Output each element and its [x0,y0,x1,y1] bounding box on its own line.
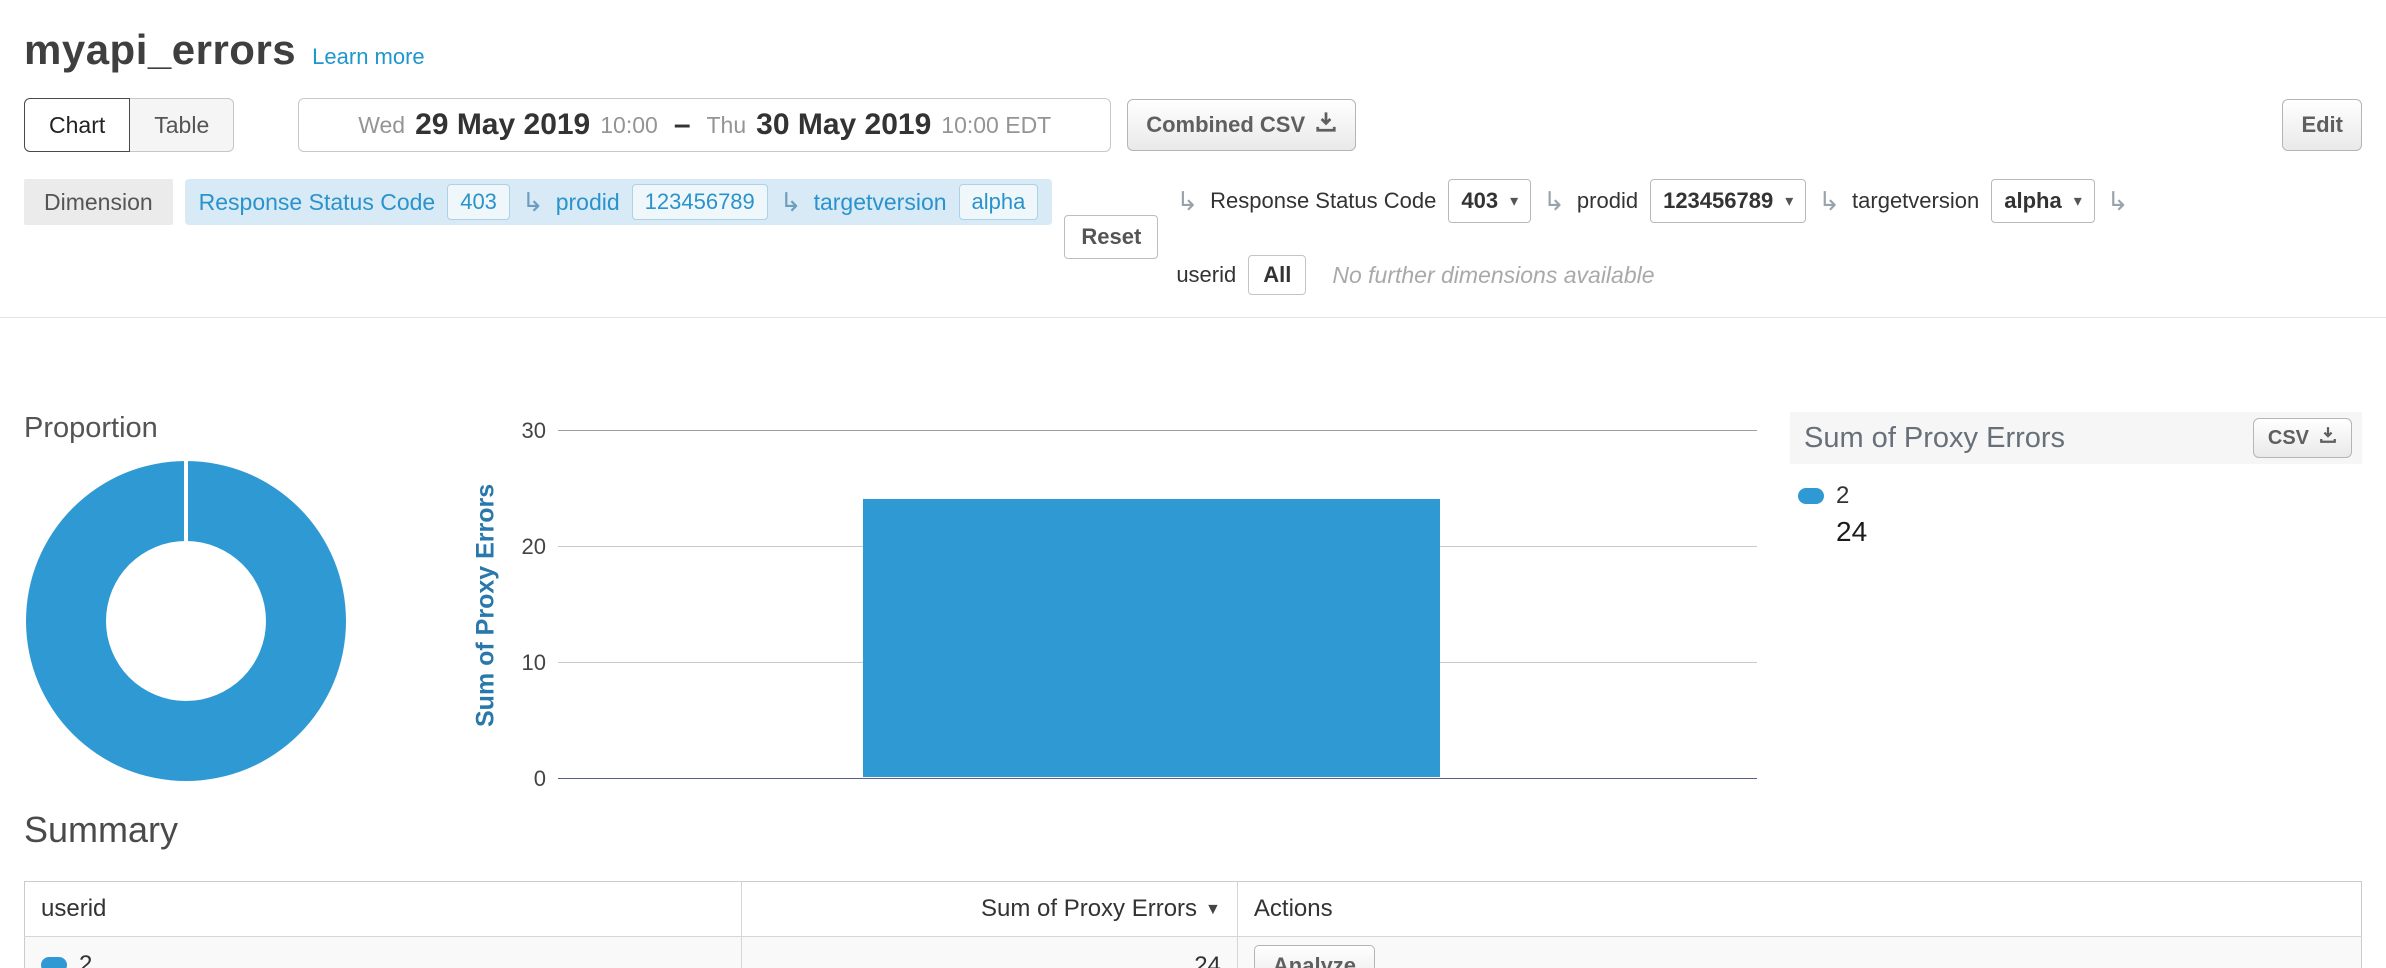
chevron-down-icon: ▾ [1510,191,1518,211]
legend-item[interactable]: 2 [1798,482,2362,510]
charts-section: Proportion Sum of Proxy Errors 0102030 S… [0,412,2386,781]
date-range-picker[interactable]: Wed 29 May 2019 10:00 – Thu 30 May 2019 … [298,98,1111,152]
reset-button[interactable]: Reset [1064,215,1158,259]
date-separator: – [668,108,697,142]
y-axis-label: Sum of Proxy Errors [466,431,506,779]
sort-desc-icon: ▼ [1205,901,1221,918]
column-header-userid[interactable]: userid [25,882,742,937]
branch-arrow-icon: ↳ [522,187,544,218]
bar-chart-panel: Sum of Proxy Errors 0102030 [466,412,1757,779]
tab-table[interactable]: Table [129,98,234,152]
proportion-panel: Proportion [24,412,426,781]
gridline [558,778,1757,779]
filter-name: targetversion [814,189,947,216]
legend-panel: Sum of Proxy Errors CSV 2 24 [1790,412,2362,548]
branch-arrow-icon: ↳ [2107,186,2129,217]
branch-arrow-icon: ↳ [1818,186,1840,217]
column-label: Sum of Proxy Errors [981,895,1197,922]
page-header: myapi_errors Learn more [0,0,2386,74]
y-tick-label: 20 [522,534,546,560]
controls-row: Chart Table Wed 29 May 2019 10:00 – Thu … [0,98,2386,152]
section-divider [0,317,2386,318]
chevron-down-icon: ▾ [1785,191,1793,211]
selector-name: targetversion [1852,188,1979,214]
learn-more-link[interactable]: Learn more [312,44,425,70]
edit-button[interactable]: Edit [2282,99,2362,151]
branch-arrow-icon: ↳ [1543,186,1565,217]
applied-filters-group: Response Status Code 403 ↳ prodid 123456… [185,179,1053,225]
download-icon [2319,426,2337,450]
table-row: 2 24 Analyze [25,937,2362,968]
proportion-donut[interactable] [26,461,346,781]
filter-name: prodid [556,189,620,216]
response-status-code-select[interactable]: 403 ▾ [1448,179,1531,223]
dimension-selectors: ↳ Response Status Code 403 ▾ ↳ prodid 12… [1176,179,2362,295]
csv-button[interactable]: CSV [2253,418,2352,458]
gridline [558,430,1757,431]
series-color-swatch [41,957,67,968]
end-date: 30 May 2019 [756,108,931,142]
branch-arrow-icon: ↳ [780,187,802,218]
column-header-actions: Actions [1237,882,2361,937]
start-date: 29 May 2019 [415,108,590,142]
start-time: 10:00 [600,112,658,139]
filter-value[interactable]: alpha [959,184,1039,220]
dimension-row: Dimension Response Status Code 403 ↳ pro… [0,179,2386,295]
view-toggle-group: Chart Table [24,98,234,152]
series-color-swatch [1798,488,1824,504]
end-day: Thu [707,112,747,139]
y-tick-label: 0 [534,766,546,792]
legend-item-label: 2 [1836,482,1849,510]
combined-csv-label: Combined CSV [1146,112,1305,138]
no-more-dimensions-text: No further dimensions available [1332,262,1654,289]
summary-title: Summary [24,809,2362,851]
selector-name: prodid [1577,188,1638,214]
legend-title: Sum of Proxy Errors [1804,422,2253,455]
bar-chart: Sum of Proxy Errors 0102030 [466,431,1757,779]
column-label: userid [41,895,106,922]
selected-value: 403 [1461,188,1498,214]
summary-section: Summary userid Sum of Proxy Errors ▼ Acti… [0,809,2386,968]
y-tick-label: 30 [522,418,546,444]
selected-value: 123456789 [1663,188,1773,214]
userid-cell: 2 [79,951,92,968]
column-header-sum-of-proxy-errors[interactable]: Sum of Proxy Errors ▼ [742,882,1237,937]
analytics-dashboard: myapi_errors Learn more Chart Table Wed … [0,0,2386,968]
bar-plot [558,431,1757,779]
tab-chart[interactable]: Chart [24,98,130,152]
filter-name: Response Status Code [199,189,436,216]
y-tick-label: 10 [522,650,546,676]
prodid-select[interactable]: 123456789 ▾ [1650,179,1806,223]
userid-all-button[interactable]: All [1248,255,1306,295]
table-header-row: userid Sum of Proxy Errors ▼ Actions [25,882,2362,937]
csv-label: CSV [2268,427,2309,450]
summary-table: userid Sum of Proxy Errors ▼ Actions [24,881,2362,968]
end-time: 10:00 EDT [941,112,1051,139]
combined-csv-button[interactable]: Combined CSV [1127,99,1356,151]
y-ticks: 0102030 [506,431,558,779]
page-title: myapi_errors [24,26,296,74]
branch-arrow-icon: ↳ [1176,186,1198,217]
filter-value[interactable]: 403 [447,184,510,220]
legend-item-value: 24 [1836,516,2362,548]
chevron-down-icon: ▾ [2074,191,2082,211]
targetversion-select[interactable]: alpha ▾ [1991,179,2095,223]
column-label: Actions [1254,895,1333,922]
dimension-label: Dimension [24,179,173,225]
userid-label: userid [1176,262,1236,288]
bar-series-2[interactable] [863,499,1441,777]
selected-value: alpha [2004,188,2061,214]
analyze-button[interactable]: Analyze [1254,945,1375,968]
sum-cell: 24 [1194,952,1221,968]
filter-value[interactable]: 123456789 [632,184,768,220]
selector-name: Response Status Code [1210,188,1436,214]
proportion-title: Proportion [24,412,426,445]
legend-header: Sum of Proxy Errors CSV [1790,412,2362,464]
start-day: Wed [358,112,405,139]
download-icon [1315,111,1337,139]
